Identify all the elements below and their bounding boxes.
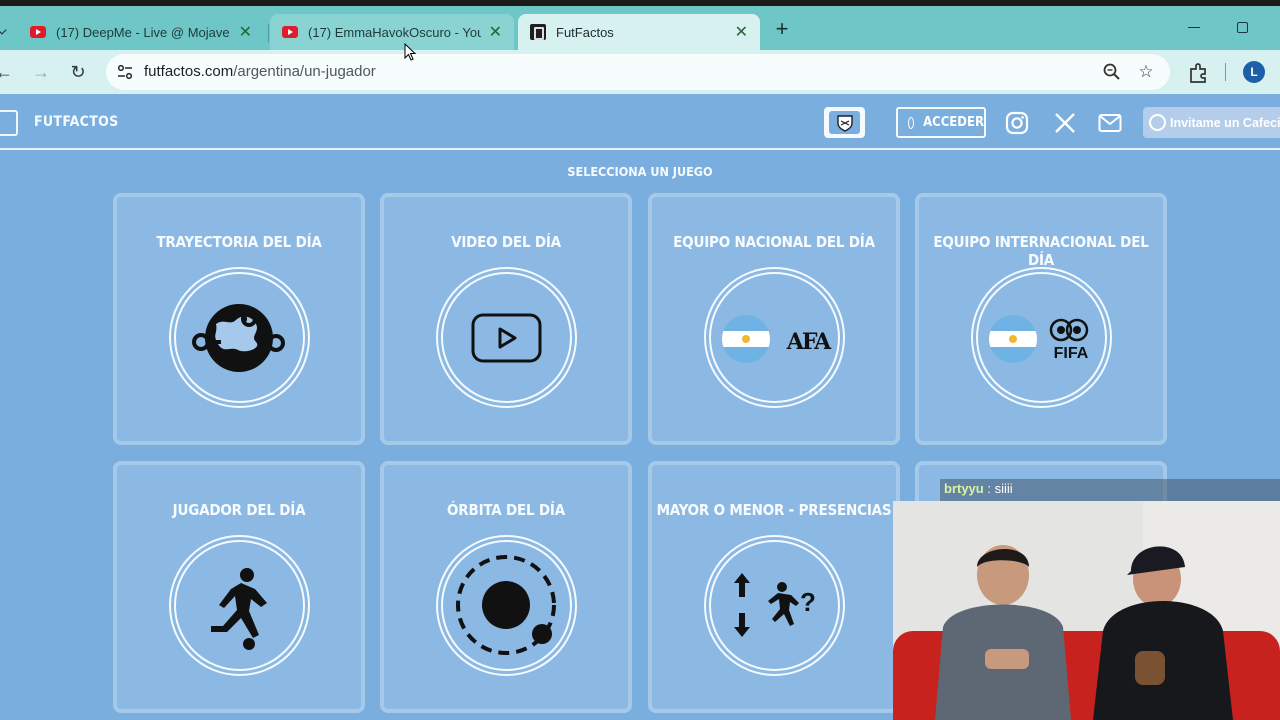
url-host: futfactos.com: [144, 63, 234, 80]
mouse-cursor-icon: [404, 43, 416, 61]
tab-emmahavok[interactable]: (17) EmmaHavokOscuro - YouT ✕: [270, 14, 514, 50]
instagram-icon[interactable]: [1005, 111, 1029, 135]
youtube-icon: [30, 26, 46, 38]
card-title: TRAYECTORIA DEL DÍA: [156, 233, 322, 251]
card-title: MAYOR O MENOR - PRESENCIAS: [656, 501, 892, 519]
card-icon-ring: [436, 267, 577, 408]
shield-crest-icon: [836, 114, 853, 132]
tab-title: FutFactos: [556, 24, 614, 40]
new-tab-button[interactable]: +: [771, 18, 793, 40]
card-icon-ring: ?: [704, 535, 845, 676]
game-card-equipo-internacional[interactable]: EQUIPO INTERNACIONAL DEL DÍA FIFA: [915, 193, 1167, 445]
card-title: VIDEO DEL DÍA: [451, 233, 561, 251]
team-select-button[interactable]: [824, 107, 865, 138]
card-title: EQUIPO NACIONAL DEL DÍA: [673, 233, 875, 251]
fifa-logo: FIFA: [1053, 345, 1089, 362]
play-button-icon: [471, 313, 542, 363]
url-path: /argentina/un-jugador: [233, 63, 376, 80]
card-icon-ring: [436, 535, 577, 676]
login-button[interactable]: ACCEDER: [896, 107, 986, 138]
profile-avatar[interactable]: L: [1243, 61, 1265, 83]
user-icon: [908, 116, 915, 129]
futfactos-favicon: [530, 24, 546, 40]
close-icon[interactable]: ✕: [239, 22, 252, 42]
extensions-icon[interactable]: [1187, 62, 1209, 84]
game-card-jugador[interactable]: JUGADOR DEL DÍA: [113, 461, 365, 713]
url-text[interactable]: futfactos.com/argentina/un-jugador: [144, 63, 376, 80]
globe-network-icon: [192, 304, 285, 372]
card-title: ÓRBITA DEL DÍA: [447, 501, 565, 519]
card-icon-ring: [169, 535, 310, 676]
login-label: ACCEDER: [923, 115, 984, 130]
tab-futfactos[interactable]: FutFactos ✕: [518, 14, 760, 50]
tab-title: (17) EmmaHavokOscuro - YouT: [308, 24, 481, 40]
youtube-icon: [282, 26, 298, 38]
cafecito-label: Invitame un Cafecito: [1170, 115, 1280, 130]
email-icon[interactable]: [1098, 111, 1122, 135]
chat-username: brtyyu: [944, 481, 984, 496]
streamer-left: [935, 545, 1071, 720]
question-mark: ?: [800, 587, 816, 617]
back-button[interactable]: ←: [0, 60, 16, 84]
coffee-icon: [1149, 114, 1166, 131]
tab-deepme[interactable]: (17) DeepMe - Live @ Mojave N ✕: [18, 14, 264, 50]
tab-search-chevron-icon[interactable]: [0, 25, 7, 35]
tab-title: (17) DeepMe - Live @ Mojave N: [56, 24, 231, 40]
game-card-mayor-menor[interactable]: MAYOR O MENOR - PRESENCIAS ?: [648, 461, 900, 713]
bookmark-star-icon[interactable]: ☆: [1136, 62, 1156, 82]
higher-lower-icon: [734, 573, 799, 637]
site-header: FUTFACTOS ACCEDER Invitame un Cafecito: [0, 94, 1280, 150]
futfactos-logo-icon[interactable]: [0, 110, 18, 136]
x-twitter-icon[interactable]: [1053, 111, 1077, 135]
toolbar-divider: [1225, 63, 1226, 81]
reload-button[interactable]: ↻: [66, 60, 90, 84]
address-bar[interactable]: futfactos.com/argentina/un-jugador ☆: [106, 54, 1170, 90]
tab-strip: (17) DeepMe - Live @ Mojave N ✕ (17) Emm…: [0, 6, 1280, 50]
card-icon-ring: AFA: [704, 267, 845, 408]
argentina-flag-fifa-icon: [989, 315, 1089, 363]
chat-text: siiii: [994, 481, 1013, 496]
card-icon-ring: FIFA: [971, 267, 1112, 408]
section-title: SELECCIONA UN JUEGO: [567, 164, 713, 179]
chat-message: brtyyu : siiii: [940, 479, 1280, 501]
game-card-trayectoria[interactable]: TRAYECTORIA DEL DÍA: [113, 193, 365, 445]
card-title: EQUIPO INTERNACIONAL DEL DÍA: [933, 233, 1149, 269]
game-card-video[interactable]: VIDEO DEL DÍA: [380, 193, 632, 445]
close-icon[interactable]: ✕: [489, 22, 502, 42]
restore-button[interactable]: [1237, 22, 1248, 33]
browser-toolbar: ← → ↻ futfactos.com/argentina/un-jugador…: [0, 50, 1280, 94]
close-icon[interactable]: ✕: [735, 22, 748, 42]
zoom-icon[interactable]: [1102, 62, 1122, 82]
cafecito-button[interactable]: Invitame un Cafecito: [1143, 107, 1280, 138]
afa-crest: AFA: [786, 329, 831, 355]
game-card-equipo-nacional[interactable]: EQUIPO NACIONAL DEL DÍA AFA: [648, 193, 900, 445]
tab-separator: [268, 24, 269, 42]
site-brand[interactable]: FUTFACTOS: [34, 114, 119, 130]
card-title: JUGADOR DEL DÍA: [172, 501, 306, 519]
site-settings-icon[interactable]: [116, 63, 134, 81]
minimize-button[interactable]: [1188, 27, 1200, 28]
forward-button[interactable]: →: [29, 60, 53, 84]
game-card-orbita[interactable]: ÓRBITA DEL DÍA: [380, 461, 632, 713]
orbit-icon: [456, 555, 556, 655]
webcam-overlay: [893, 501, 1280, 720]
card-icon-ring: [169, 267, 310, 408]
streamer-right: [1093, 546, 1233, 720]
soccer-player-icon: [211, 568, 267, 650]
